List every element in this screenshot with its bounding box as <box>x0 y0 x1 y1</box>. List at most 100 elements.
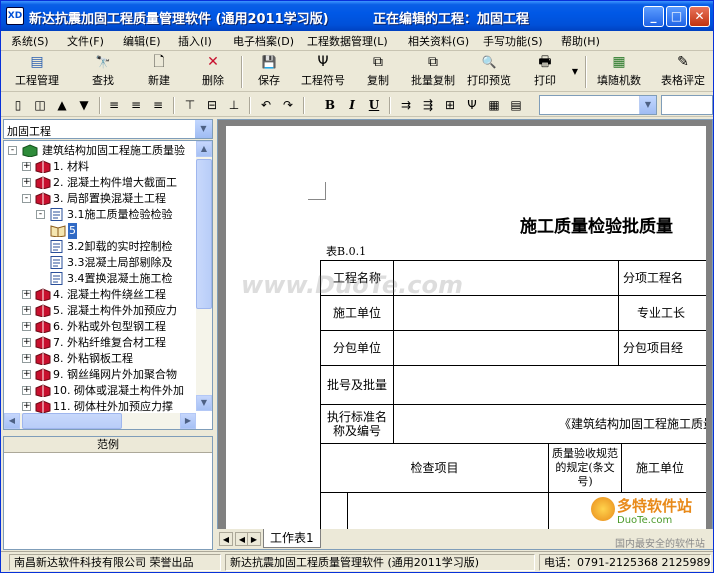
table-cell[interactable] <box>347 492 549 532</box>
document-page[interactable]: 施工质量检验批质量 表B.0.1 工程名称 分项工程名 施工单位 专业工长 分包… <box>226 126 706 549</box>
project-select-value: 加固工程 <box>7 125 51 138</box>
scroll-left-icon[interactable]: ◀ <box>4 413 20 429</box>
collapse-icon[interactable]: - <box>22 194 31 203</box>
tree-vertical-scrollbar[interactable]: ▲ ▼ <box>196 141 212 411</box>
scroll-right-icon[interactable]: ▶ <box>180 413 196 429</box>
insert-col-icon[interactable]: ⇶ <box>419 96 437 114</box>
expand-icon[interactable]: + <box>22 386 31 395</box>
subcontract-unit-value[interactable] <box>393 330 619 366</box>
book-green-icon <box>22 144 38 157</box>
valign-top-icon[interactable]: ⊤ <box>181 96 199 114</box>
project-select[interactable]: 加固工程 ▼ <box>3 119 213 139</box>
title-bar[interactable]: XD 新达抗震加固工程质量管理软件 (通用2011学习版) 正在编辑的工程：加固… <box>1 1 713 31</box>
font-select[interactable]: ▼ <box>539 95 657 115</box>
sheet-tab-1[interactable]: 工作表1 <box>263 529 321 548</box>
scroll-thumb[interactable] <box>196 159 212 309</box>
menu-electronic-archive[interactable]: 电子档案(D) <box>233 33 294 49</box>
print-button[interactable]: 🖶 打印 <box>527 53 563 90</box>
scroll-thumb[interactable] <box>22 413 122 429</box>
grid-icon[interactable]: ▦ <box>485 96 503 114</box>
copy-button[interactable]: ⧉ 复制 <box>361 53 395 90</box>
fill-random-button[interactable]: ▦ 填随机数 <box>593 53 645 90</box>
layout-icon[interactable]: ◫ <box>31 96 49 114</box>
menu-handwriting[interactable]: 手写功能(S) <box>483 33 543 49</box>
align-right-icon[interactable]: ≡ <box>149 96 167 114</box>
close-button[interactable]: ✕ <box>689 6 710 27</box>
minimize-button[interactable]: _ <box>643 6 664 27</box>
collapse-icon[interactable]: - <box>36 210 45 219</box>
valign-middle-icon[interactable]: ⊟ <box>203 96 221 114</box>
app-logo-icon[interactable]: XD <box>6 7 24 25</box>
move-up-icon[interactable]: ▲ <box>53 96 71 114</box>
expand-icon[interactable]: + <box>22 370 31 379</box>
expand-icon[interactable]: + <box>22 178 31 187</box>
collapse-icon[interactable]: - <box>8 146 17 155</box>
check-item-header: 检查项目 <box>320 443 549 493</box>
tree-item-label: 3.3混凝土局部剔除及 <box>67 256 173 269</box>
italic-icon[interactable]: I <box>343 96 361 114</box>
insert-row-icon[interactable]: ⇉ <box>397 96 415 114</box>
menu-system[interactable]: 系统(S) <box>11 33 49 49</box>
chevron-down-icon[interactable]: ▼ <box>639 96 656 114</box>
menu-help[interactable]: 帮助(H) <box>561 33 600 49</box>
save-icon: 💾 <box>261 55 277 69</box>
expand-icon[interactable]: + <box>22 354 31 363</box>
scroll-up-icon[interactable]: ▲ <box>196 141 212 157</box>
book-red-icon <box>35 160 51 173</box>
merge-icon[interactable]: ⊞ <box>441 96 459 114</box>
subcontract-unit-label: 分包单位 <box>320 330 394 366</box>
next-sheet-icon[interactable]: ▶ <box>247 532 261 546</box>
tree-horizontal-scrollbar[interactable]: ◀ ▶ <box>4 413 196 429</box>
table-icon[interactable]: ▤ <box>507 96 525 114</box>
menu-edit[interactable]: 编辑(E) <box>123 33 161 49</box>
bold-icon[interactable]: B <box>321 96 339 114</box>
tree-item-label: 1. 材料 <box>53 160 89 173</box>
undo-icon[interactable]: ↶ <box>257 96 275 114</box>
expand-icon[interactable]: + <box>22 290 31 299</box>
table-evaluate-button[interactable]: ✎ 表格评定 <box>657 53 709 90</box>
scroll-down-icon[interactable]: ▼ <box>196 395 212 411</box>
find-label: 查找 <box>92 74 114 87</box>
book-red-icon <box>35 192 51 205</box>
move-down-icon[interactable]: ▼ <box>75 96 93 114</box>
menu-project-data[interactable]: 工程数据管理(L) <box>307 33 388 49</box>
standard-name-value[interactable]: 《建筑结构加固工程施工质量 <box>393 404 706 444</box>
valign-bottom-icon[interactable]: ⊥ <box>225 96 243 114</box>
save-button[interactable]: 💾 保存 <box>251 53 287 90</box>
delete-button[interactable]: ✕ 删除 <box>195 53 231 90</box>
print-preview-button[interactable]: 🔍 打印预览 <box>463 53 515 90</box>
expand-icon[interactable]: + <box>22 322 31 331</box>
align-center-icon[interactable]: ≡ <box>127 96 145 114</box>
toolbar-separator <box>241 56 243 88</box>
menu-related-materials[interactable]: 相关资料(G) <box>408 33 469 49</box>
batch-copy-button[interactable]: ⧉ 批量复制 <box>407 53 459 90</box>
first-sheet-icon[interactable]: ◀ <box>219 532 233 546</box>
construction-unit-value[interactable] <box>393 295 619 331</box>
new-button[interactable]: 🗋 新建 <box>141 53 177 90</box>
project-symbol-button[interactable]: Ψ 工程符号 <box>297 53 349 90</box>
construction-unit-label: 施工单位 <box>320 295 394 331</box>
maximize-button[interactable]: □ <box>666 6 687 27</box>
document-area[interactable]: 施工质量检验批质量 表B.0.1 工程名称 分项工程名 施工单位 专业工长 分包… <box>217 119 713 550</box>
menu-file[interactable]: 文件(F) <box>67 33 104 49</box>
table-cell[interactable] <box>320 492 348 532</box>
find-button[interactable]: 🔭 查找 <box>85 53 121 90</box>
expand-icon[interactable]: + <box>22 402 31 411</box>
font-size-select[interactable] <box>661 95 713 115</box>
align-left-icon[interactable]: ≡ <box>105 96 123 114</box>
lot-quantity-value[interactable] <box>393 365 706 405</box>
symbol-small-icon[interactable]: Ψ <box>463 96 481 114</box>
expand-icon[interactable]: + <box>22 162 31 171</box>
underline-icon[interactable]: U <box>365 96 383 114</box>
expand-icon[interactable]: + <box>22 338 31 347</box>
menu-bar: 系统(S) 文件(F) 编辑(E) 插入(I) 电子档案(D) 工程数据管理(L… <box>1 31 713 51</box>
project-management-button[interactable]: ▤ 工程管理 <box>7 53 67 90</box>
redo-icon[interactable]: ↷ <box>279 96 297 114</box>
chevron-down-icon[interactable]: ▼ <box>195 120 212 138</box>
document-icon <box>50 208 63 221</box>
project-tree[interactable]: - 建筑结构加固工程施工质量验 +1. 材料 +2. 混凝土构件增大截面工 -3. … <box>3 140 213 430</box>
expand-icon[interactable]: + <box>22 306 31 315</box>
panel-icon[interactable]: ▯ <box>9 96 27 114</box>
menu-insert[interactable]: 插入(I) <box>178 33 212 49</box>
print-dropdown-arrow[interactable]: ▼ <box>569 64 581 80</box>
